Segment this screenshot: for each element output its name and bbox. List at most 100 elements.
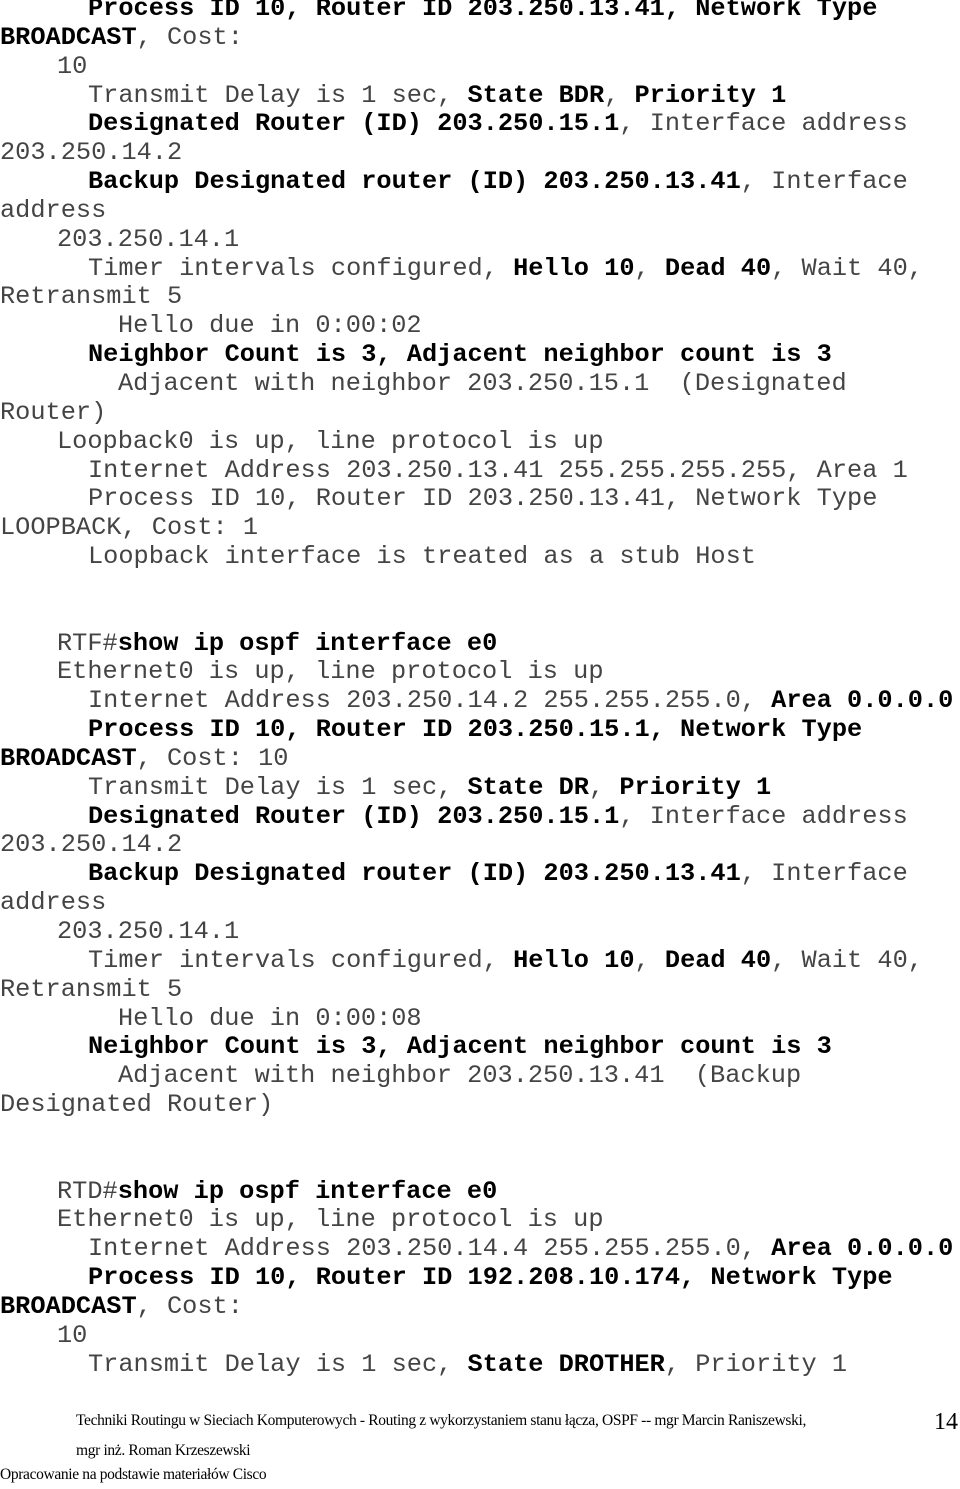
bold-segment: Hello 10 [513,945,635,975]
listing-line: 203.250.14.1 [0,224,960,255]
text-segment: address [0,888,107,918]
listing-line: 203.250.14.2 [0,831,960,860]
bold-segment: State BDR [467,80,605,110]
text-segment: 203.250.14.2 [0,830,183,860]
text-segment: , [604,80,635,110]
bold-segment: Backup Designated router (ID) 203.250.13… [88,167,741,197]
listing-line: Internet Address 203.250.14.4 255.255.25… [0,1234,960,1264]
cli-output-listing: Process ID 10, Router ID 203.250.13.41, … [0,0,960,1380]
text-segment: Internet Address 203.250.14.2 255.255.25… [88,686,772,716]
listing-line: Hello due in 0:00:08 [0,1003,960,1034]
bold-segment: show ip ospf interface e0 [117,628,498,658]
bold-segment: Designated Router (ID) 203.250.15.1 [88,109,620,139]
text-segment: Process ID 10, Router ID 203.250.13.41, … [88,484,878,514]
bold-segment: Dead 40 [664,253,772,283]
listing-line: Transmit Delay is 1 sec, State DROTHER, … [0,1349,960,1380]
listing-line: Designated Router (ID) 203.250.15.1, Int… [0,109,960,139]
listing-line: Process ID 10, Router ID 203.250.15.1, N… [0,715,960,745]
listing-line: Transmit Delay is 1 sec, State BDR, Prio… [0,80,960,111]
page-number: 14 [934,1409,958,1435]
bold-segment: Process ID 10, Router ID 192.208.10.174,… [88,1263,893,1293]
bold-segment: Process ID 10, Router ID 203.250.15.1, N… [88,715,863,745]
listing-line: Backup Designated router (ID) 203.250.13… [0,859,960,889]
text-segment: , Cost: [136,22,243,52]
listing-line: RTF#show ip ospf interface e0 [0,628,960,659]
bold-segment: Priority 1 [634,80,787,110]
listing-line: Loopback interface is treated as a stub … [0,542,960,572]
text-segment: Ethernet0 is up, line protocol is up [57,657,604,687]
text-segment: , Interface address [619,109,908,139]
bold-segment: BROADCAST [0,1291,137,1321]
listing-line: Ethernet0 is up, line protocol is up [0,657,960,687]
listing-line: address [0,888,960,918]
bold-segment: Designated Router (ID) 203.250.15.1 [88,801,620,831]
footer-title-line-2: mgr inż. Roman Krzeszewski [76,1442,251,1459]
footer-title-line-1: Techniki Routingu w Sieciach Komputerowy… [76,1412,806,1429]
bold-segment: BROADCAST [0,743,137,773]
bold-segment: BROADCAST [0,22,137,52]
text-segment: Loopback interface is treated as a stub … [88,542,756,572]
listing-line: 10 [0,51,960,82]
bold-segment: Dead 40 [664,945,772,975]
listing-line: Process ID 10, Router ID 203.250.13.41, … [0,0,960,24]
listing-line: Internet Address 203.250.14.2 255.255.25… [0,686,960,716]
text-segment: , Interface [740,859,908,889]
text-segment: Hello due in 0:00:08 [118,1003,422,1033]
listing-line: address [0,195,960,226]
text-segment: Loopback0 is up, line protocol is up [57,426,604,456]
listing-line: Loopback0 is up, line protocol is up [0,426,960,457]
text-segment: , [588,772,620,802]
listing-line: Designated Router) [0,1090,960,1120]
listing-line: 10 [0,1320,960,1351]
text-segment: Internet Address 203.250.14.4 255.255.25… [88,1234,772,1264]
bold-segment: show ip ospf interface e0 [117,1176,498,1206]
text-segment: 10 [57,51,88,81]
text-segment: , [634,945,665,975]
text-segment: , Cost: 10 [136,743,289,773]
text-segment: Ethernet0 is up, line protocol is up [57,1205,604,1235]
listing-line: Retransmit 5 [0,974,960,1005]
bold-segment: Process ID 10, Router ID 203.250.13.41, … [88,0,878,23]
bold-segment: State DROTHER [467,1349,665,1379]
text-segment: Designated Router) [0,1090,274,1120]
text-segment: 203.250.14.1 [57,224,240,254]
text-segment: Retransmit 5 [0,974,183,1004]
text-segment: Transmit Delay is 1 sec, [88,1349,468,1379]
bold-segment: Backup Designated router (ID) 203.250.13… [88,859,741,889]
listing-line: Process ID 10, Router ID 203.250.13.41, … [0,484,960,514]
text-segment: Adjacent with neighbor 203.250.15.1 (Des… [118,368,847,398]
listing-line: Retransmit 5 [0,283,960,312]
listing-line: RTD#show ip ospf interface e0 [0,1176,960,1207]
bold-segment: State DR [467,772,589,802]
text-segment: , Wait 40, [771,945,923,975]
text-segment: Timer intervals configured, [88,945,514,975]
listing-line: Timer intervals configured, Hello 10, De… [0,253,960,284]
text-segment: Transmit Delay is 1 sec, [88,80,468,110]
listing-line: LOOPBACK, Cost: 1 [0,513,960,543]
listing-line: 203.250.14.2 [0,138,960,168]
text-segment: , Wait 40, [771,253,923,283]
bold-segment: Neighbor Count is 3, Adjacent neighbor c… [88,1032,832,1062]
text-segment: address [0,195,107,225]
listing-line: BROADCAST, Cost: 10 [0,743,960,774]
listing-line: BROADCAST, Cost: [0,1291,960,1322]
listing-line: Neighbor Count is 3, Adjacent neighbor c… [0,340,960,370]
bold-segment: Priority 1 [619,772,772,802]
text-segment: 10 [57,1320,88,1350]
listing-line: BROADCAST, Cost: [0,22,960,53]
listing-line: Ethernet0 is up, line protocol is up [0,1206,960,1235]
listing-line: Internet Address 203.250.13.41 255.255.2… [0,456,960,486]
footer-title: Techniki Routingu w Sieciach Komputerowy… [76,1406,926,1466]
bold-segment: Area 0.0.0.0 [771,1234,954,1264]
text-segment: Hello due in 0:00:02 [118,311,422,341]
listing-line: Timer intervals configured, Hello 10, De… [0,945,960,976]
bold-segment: Area 0.0.0.0 [771,686,954,716]
text-segment: Retransmit 5 [0,282,183,312]
text-segment: , Interface address [619,801,908,831]
text-segment: RTD# [57,1176,118,1206]
text-segment: , Cost: [136,1291,243,1321]
